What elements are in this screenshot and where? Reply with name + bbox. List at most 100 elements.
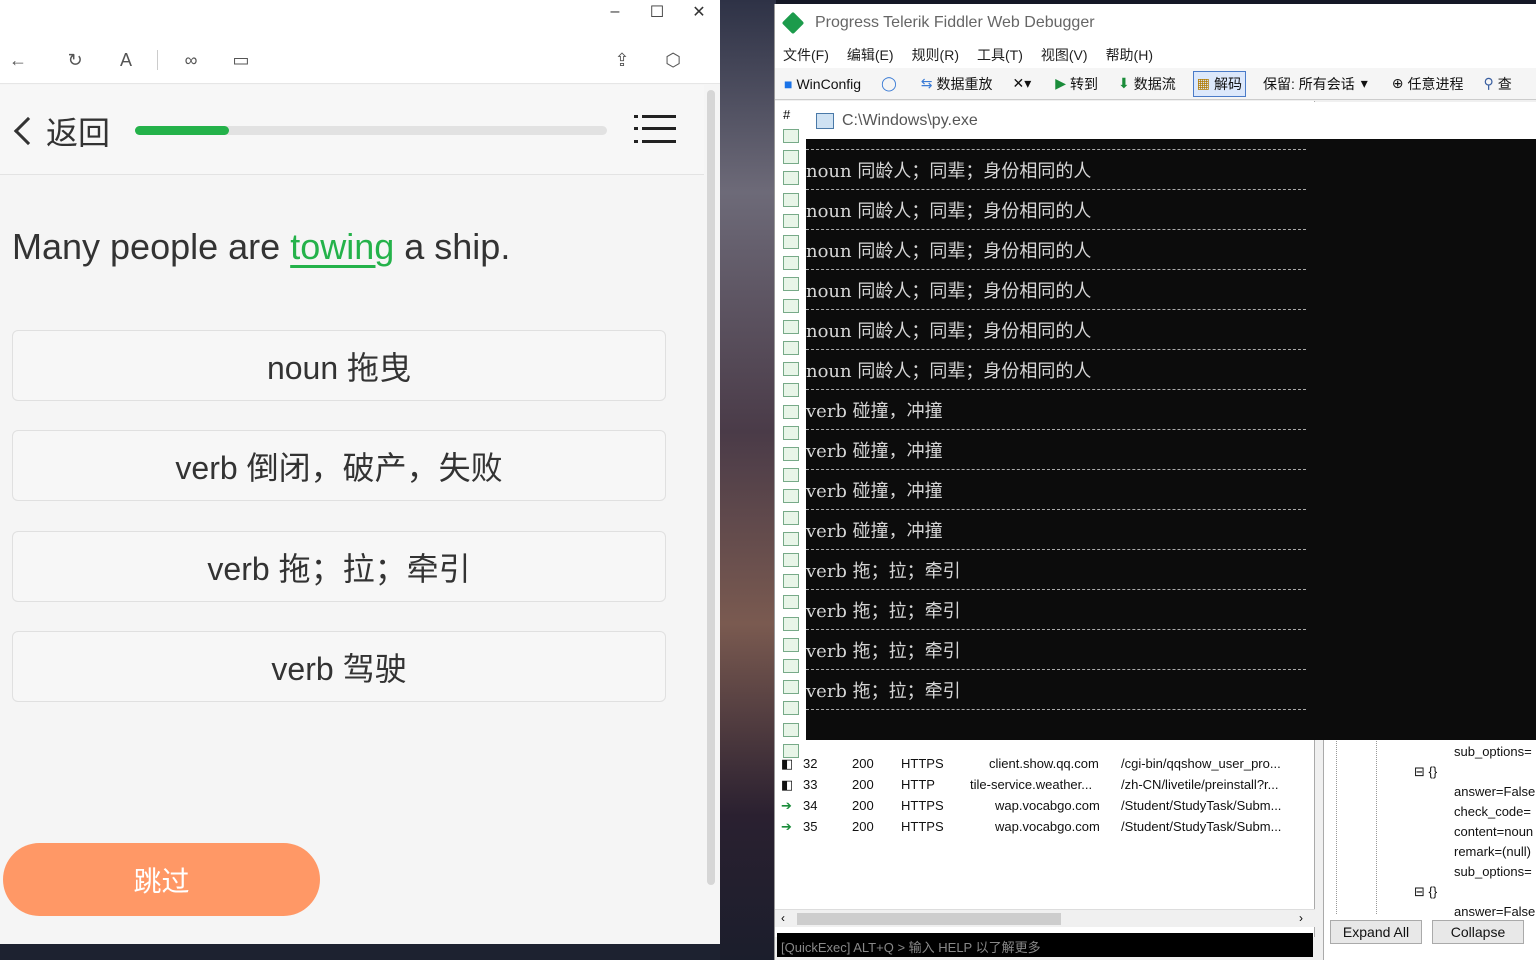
session-type-icon xyxy=(783,319,799,334)
session-type-icon xyxy=(783,129,799,143)
font-size-icon[interactable]: A xyxy=(114,48,138,72)
console-separator xyxy=(806,669,1306,670)
window-icon[interactable]: ▭ xyxy=(229,48,253,72)
keep-sessions-dropdown[interactable]: 保留: 所有会话 ▾ xyxy=(1260,71,1375,97)
session-type-icon xyxy=(783,362,799,377)
session-icon: ◧ xyxy=(781,777,794,792)
console-line: verb 碰撞，冲撞 xyxy=(806,401,943,422)
answer-option-1[interactable]: noun 拖曳 xyxy=(12,330,666,401)
tree-node[interactable]: remark=(null) xyxy=(1454,844,1531,859)
list-menu-icon[interactable] xyxy=(634,111,678,147)
tree-node[interactable]: ⊟ {} xyxy=(1414,764,1437,780)
cube-icon[interactable]: ⬡ xyxy=(661,48,685,72)
back-button[interactable]: 返回 xyxy=(10,111,110,151)
session-row[interactable]: ➔ 34 200 HTTPS wap.vocabgo.com /Student/… xyxy=(775,796,1315,817)
find-button[interactable]: ⚲ 查 xyxy=(1481,71,1515,97)
json-tree-panel: sub_options= ⊟ {} answer=False check_cod… xyxy=(1323,738,1536,960)
session-host: tile-service.weather... xyxy=(970,777,1093,792)
close-button[interactable]: ✕ xyxy=(678,2,720,22)
session-type-icon xyxy=(783,298,799,313)
console-line: verb 碰撞，冲撞 xyxy=(806,441,943,462)
session-type-icon xyxy=(783,595,799,610)
session-result: 200 xyxy=(852,777,874,792)
console-window: C:\Windows\py.exe noun 同龄人；同辈；身份相同的人 noun… xyxy=(806,102,1536,740)
session-type-icon xyxy=(783,150,799,165)
menu-tools[interactable]: 工具(T) xyxy=(977,45,1023,65)
comment-button[interactable]: ◯ xyxy=(878,71,904,97)
app-scrollbar[interactable] xyxy=(707,90,715,885)
go-button[interactable]: ▶ 转到 xyxy=(1052,71,1101,97)
expand-all-button[interactable]: Expand All xyxy=(1330,920,1422,944)
decode-label: 解码 xyxy=(1213,75,1242,92)
question-sentence: Many people are towing a ship. xyxy=(12,226,510,268)
replay-label: 数据重放 xyxy=(936,75,993,92)
collapse-box-icon[interactable]: ⊟ xyxy=(1414,764,1425,779)
scroll-left-icon[interactable]: ‹ xyxy=(781,911,785,925)
console-line: verb 拖；拉；牵引 xyxy=(806,641,961,662)
stream-icon: ⬇ xyxy=(1118,75,1130,91)
session-icon: ➔ xyxy=(781,798,792,813)
console-line: verb 拖；拉；牵引 xyxy=(806,601,961,622)
minimize-button[interactable]: – xyxy=(594,2,636,22)
console-separator xyxy=(806,429,1306,430)
scroll-right-icon[interactable]: › xyxy=(1299,911,1303,925)
console-separator xyxy=(806,509,1306,510)
answer-option-2[interactable]: verb 倒闭，破产，失败 xyxy=(12,430,666,501)
taskbar xyxy=(0,944,720,960)
console-line: noun 同龄人；同辈；身份相同的人 xyxy=(806,361,1092,382)
fiddler-toolbar: ■ WinConfig ◯ ⇆ 数据重放 ✕▾ ▶ 转到 ⬇ 数据流 ▦ 解码 保留: 所… xyxy=(775,68,1536,100)
tree-node[interactable]: sub_options= xyxy=(1454,864,1532,879)
collapse-box-icon[interactable]: ⊟ xyxy=(1414,884,1425,899)
windows-icon: ■ xyxy=(784,75,793,92)
maximize-button[interactable]: ☐ xyxy=(636,2,678,22)
session-hscrollbar[interactable]: ‹ › xyxy=(775,909,1315,927)
refresh-icon[interactable]: ↻ xyxy=(63,48,87,72)
keep-label: 保留: 所有会话 xyxy=(1262,75,1355,92)
quickexec-input[interactable]: [QuickExec] ALT+Q > 输入 HELP 以了解更多 xyxy=(777,933,1313,957)
link-icon[interactable]: ∞ xyxy=(179,48,203,72)
tree-node[interactable]: ⊟ {} xyxy=(1414,884,1437,900)
answer-option-4[interactable]: verb 驾驶 xyxy=(12,631,666,702)
session-row[interactable]: ◧ 33 200 HTTP tile-service.weather... /z… xyxy=(775,775,1315,796)
console-titlebar: C:\Windows\py.exe xyxy=(806,102,1536,139)
back-arrow-icon[interactable]: ← xyxy=(6,48,30,72)
tree-node[interactable]: check_code= xyxy=(1454,804,1531,819)
decode-button[interactable]: ▦ 解码 xyxy=(1192,70,1246,97)
session-type-icon xyxy=(783,213,799,228)
skip-button[interactable]: 跳过 xyxy=(3,843,320,916)
desktop-background xyxy=(720,0,776,960)
tree-node[interactable]: content=noun xyxy=(1454,824,1533,839)
menu-help[interactable]: 帮助(H) xyxy=(1106,45,1153,65)
menu-view[interactable]: 视图(V) xyxy=(1041,45,1088,65)
session-url: /Student/StudyTask/Subm... xyxy=(1121,819,1282,834)
menu-rules[interactable]: 规则(R) xyxy=(912,45,959,65)
binoculars-icon: ⚲ xyxy=(1483,75,1494,91)
replay-button[interactable]: ⇆ 数据重放 xyxy=(918,71,996,97)
sentence-after: a ship. xyxy=(394,226,511,267)
tree-node[interactable]: answer=False xyxy=(1454,904,1535,919)
session-type-icon xyxy=(783,510,799,525)
console-line: noun 同龄人；同辈；身份相同的人 xyxy=(806,281,1092,302)
menu-edit[interactable]: 编辑(E) xyxy=(847,45,894,65)
session-row[interactable]: ◧ 32 200 HTTPS client.show.qq.com /cgi-b… xyxy=(775,754,1315,775)
tree-node[interactable]: answer=False xyxy=(1454,784,1535,799)
answer-option-3[interactable]: verb 拖；拉；牵引 xyxy=(12,531,666,602)
console-separator xyxy=(806,549,1306,550)
menu-file[interactable]: 文件(F) xyxy=(783,45,829,65)
fiddler-title: Progress Telerik Fiddler Web Debugger xyxy=(815,14,1095,31)
session-type-icon xyxy=(783,489,799,504)
session-id: 34 xyxy=(803,798,818,813)
console-line: noun 同龄人；同辈；身份相同的人 xyxy=(806,241,1092,262)
stream-button[interactable]: ⬇ 数据流 xyxy=(1115,71,1179,97)
session-row[interactable]: ➔ 35 200 HTTPS wap.vocabgo.com /Student/… xyxy=(775,817,1315,838)
remove-button[interactable]: ✕▾ xyxy=(1009,71,1038,97)
session-type-icon xyxy=(783,531,799,546)
share-icon[interactable]: ⇪ xyxy=(610,48,634,72)
any-process-button[interactable]: ⊕ 任意进程 xyxy=(1389,71,1467,97)
winconfig-button[interactable]: ■ WinConfig xyxy=(781,71,864,97)
tree-node-label: {} xyxy=(1428,764,1438,779)
tree-node[interactable]: sub_options= xyxy=(1454,744,1532,759)
hscroll-thumb[interactable] xyxy=(797,913,1061,925)
session-type-icon xyxy=(783,616,799,631)
collapse-button[interactable]: Collapse xyxy=(1432,920,1524,944)
